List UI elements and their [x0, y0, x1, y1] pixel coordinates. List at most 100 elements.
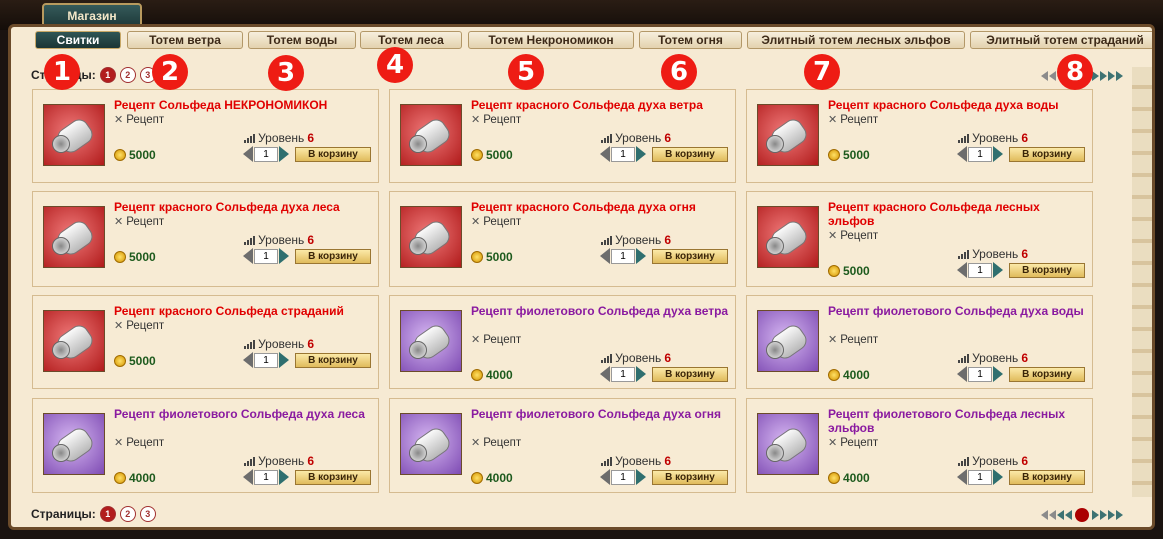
- recipe-scroll-icon[interactable]: [757, 310, 819, 372]
- recipe-scroll-icon[interactable]: [400, 206, 462, 268]
- first-page-arrow-icon[interactable]: [1041, 510, 1048, 520]
- price-value: 5000: [843, 148, 870, 162]
- add-to-cart-button[interactable]: В корзину: [652, 470, 728, 485]
- quantity-input[interactable]: [254, 352, 278, 368]
- increase-quantity-icon[interactable]: [993, 146, 1003, 162]
- increase-quantity-icon[interactable]: [636, 469, 646, 485]
- add-to-cart-button[interactable]: В корзину: [1009, 470, 1085, 485]
- add-to-cart-button[interactable]: В корзину: [652, 147, 728, 162]
- quantity-input[interactable]: [968, 146, 992, 162]
- decrease-quantity-icon[interactable]: [957, 146, 967, 162]
- increase-quantity-icon[interactable]: [279, 146, 289, 162]
- increase-quantity-icon[interactable]: [636, 146, 646, 162]
- page-2-button[interactable]: 2: [119, 506, 136, 522]
- add-to-cart-button[interactable]: В корзину: [295, 147, 371, 162]
- quantity-input[interactable]: [254, 248, 278, 264]
- recipe-scroll-icon[interactable]: [43, 310, 105, 372]
- page-3-button[interactable]: 3: [139, 506, 156, 522]
- increase-quantity-icon[interactable]: [279, 248, 289, 264]
- decrease-quantity-icon[interactable]: [243, 352, 253, 368]
- tab-6[interactable]: Тотем огня: [639, 31, 742, 49]
- increase-quantity-icon[interactable]: [993, 469, 1003, 485]
- product-name[interactable]: Рецепт фиолетового Сольфеда духа леса: [114, 407, 374, 421]
- next-page-arrow-icon[interactable]: [1108, 71, 1115, 81]
- recipe-scroll-icon[interactable]: [400, 413, 462, 475]
- tab-4[interactable]: Тотем леса: [360, 31, 462, 49]
- recipe-scroll-icon[interactable]: [757, 206, 819, 268]
- increase-quantity-icon[interactable]: [993, 366, 1003, 382]
- left-arrow-icon[interactable]: [1065, 510, 1072, 520]
- decrease-quantity-icon[interactable]: [957, 469, 967, 485]
- quantity-input[interactable]: [611, 248, 635, 264]
- product-name[interactable]: Рецепт фиолетового Сольфеда духа огня: [471, 407, 731, 421]
- quantity-input[interactable]: [611, 469, 635, 485]
- page-2-button[interactable]: 2: [119, 67, 136, 83]
- quantity-input[interactable]: [968, 262, 992, 278]
- decrease-quantity-icon[interactable]: [600, 146, 610, 162]
- product-name[interactable]: Рецепт фиолетового Сольфеда духа ветра: [471, 304, 731, 318]
- decrease-quantity-icon[interactable]: [243, 469, 253, 485]
- left-arrow-icon[interactable]: [1057, 510, 1064, 520]
- decrease-quantity-icon[interactable]: [957, 262, 967, 278]
- product-name[interactable]: Рецепт красного Сольфеда духа ветра: [471, 98, 731, 112]
- product-name[interactable]: Рецепт фиолетового Сольфеда духа воды: [828, 304, 1088, 318]
- add-to-cart-button[interactable]: В корзину: [652, 249, 728, 264]
- quantity-input[interactable]: [968, 366, 992, 382]
- right-arrow-icon[interactable]: [1100, 71, 1107, 81]
- add-to-cart-button[interactable]: В корзину: [295, 470, 371, 485]
- decrease-quantity-icon[interactable]: [600, 248, 610, 264]
- tab-2[interactable]: Тотем ветра: [127, 31, 243, 49]
- product-name[interactable]: Рецепт красного Сольфеда духа воды: [828, 98, 1088, 112]
- last-page-arrow-icon[interactable]: [1116, 71, 1123, 81]
- add-to-cart-button[interactable]: В корзину: [1009, 367, 1085, 382]
- product-name[interactable]: Рецепт красного Сольфеда лесных эльфов: [828, 200, 1088, 228]
- quantity-input[interactable]: [611, 366, 635, 382]
- page-1-button[interactable]: 1: [99, 506, 116, 522]
- first-page-arrow-icon[interactable]: [1041, 71, 1048, 81]
- product-name[interactable]: Рецепт красного Сольфеда духа огня: [471, 200, 731, 214]
- recipe-scroll-icon[interactable]: [400, 104, 462, 166]
- next-page-arrow-icon[interactable]: [1108, 510, 1115, 520]
- quantity-input[interactable]: [611, 146, 635, 162]
- recipe-scroll-icon[interactable]: [400, 310, 462, 372]
- add-to-cart-button[interactable]: В корзину: [652, 367, 728, 382]
- product-name[interactable]: Рецепт красного Сольфеда духа леса: [114, 200, 374, 214]
- recipe-scroll-icon[interactable]: [43, 104, 105, 166]
- tab-5[interactable]: Тотем Некрономикон: [468, 31, 634, 49]
- decrease-quantity-icon[interactable]: [957, 366, 967, 382]
- prev-page-arrow-icon[interactable]: [1049, 71, 1056, 81]
- decrease-quantity-icon[interactable]: [243, 146, 253, 162]
- quantity-input[interactable]: [968, 469, 992, 485]
- recipe-scroll-icon[interactable]: [43, 413, 105, 475]
- increase-quantity-icon[interactable]: [636, 366, 646, 382]
- quantity-input[interactable]: [254, 469, 278, 485]
- last-page-arrow-icon[interactable]: [1116, 510, 1123, 520]
- prev-page-arrow-icon[interactable]: [1049, 510, 1056, 520]
- increase-quantity-icon[interactable]: [279, 469, 289, 485]
- product-name[interactable]: Рецепт красного Сольфеда страданий: [114, 304, 374, 318]
- right-arrow-icon[interactable]: [1092, 510, 1099, 520]
- decrease-quantity-icon[interactable]: [600, 469, 610, 485]
- tab-8[interactable]: Элитный тотем страданий: [970, 31, 1152, 49]
- tab-3[interactable]: Тотем воды: [248, 31, 356, 49]
- increase-quantity-icon[interactable]: [279, 352, 289, 368]
- increase-quantity-icon[interactable]: [636, 248, 646, 264]
- product-name[interactable]: Рецепт Сольфеда НЕКРОНОМИКОН: [114, 98, 374, 112]
- decrease-quantity-icon[interactable]: [600, 366, 610, 382]
- page-1-button[interactable]: 1: [99, 67, 116, 83]
- tab-7[interactable]: Элитный тотем лесных эльфов: [747, 31, 965, 49]
- quantity-input[interactable]: [254, 146, 278, 162]
- product-name[interactable]: Рецепт фиолетового Сольфеда лесных эльфо…: [828, 407, 1088, 435]
- right-arrow-icon[interactable]: [1100, 510, 1107, 520]
- add-to-cart-button[interactable]: В корзину: [1009, 263, 1085, 278]
- right-arrow-icon[interactable]: [1092, 71, 1099, 81]
- decrease-quantity-icon[interactable]: [243, 248, 253, 264]
- recipe-scroll-icon[interactable]: [757, 413, 819, 475]
- add-to-cart-button[interactable]: В корзину: [295, 353, 371, 368]
- increase-quantity-icon[interactable]: [993, 262, 1003, 278]
- recipe-scroll-icon[interactable]: [43, 206, 105, 268]
- tab-1[interactable]: Свитки: [35, 31, 121, 49]
- add-to-cart-button[interactable]: В корзину: [1009, 147, 1085, 162]
- add-to-cart-button[interactable]: В корзину: [295, 249, 371, 264]
- recipe-scroll-icon[interactable]: [757, 104, 819, 166]
